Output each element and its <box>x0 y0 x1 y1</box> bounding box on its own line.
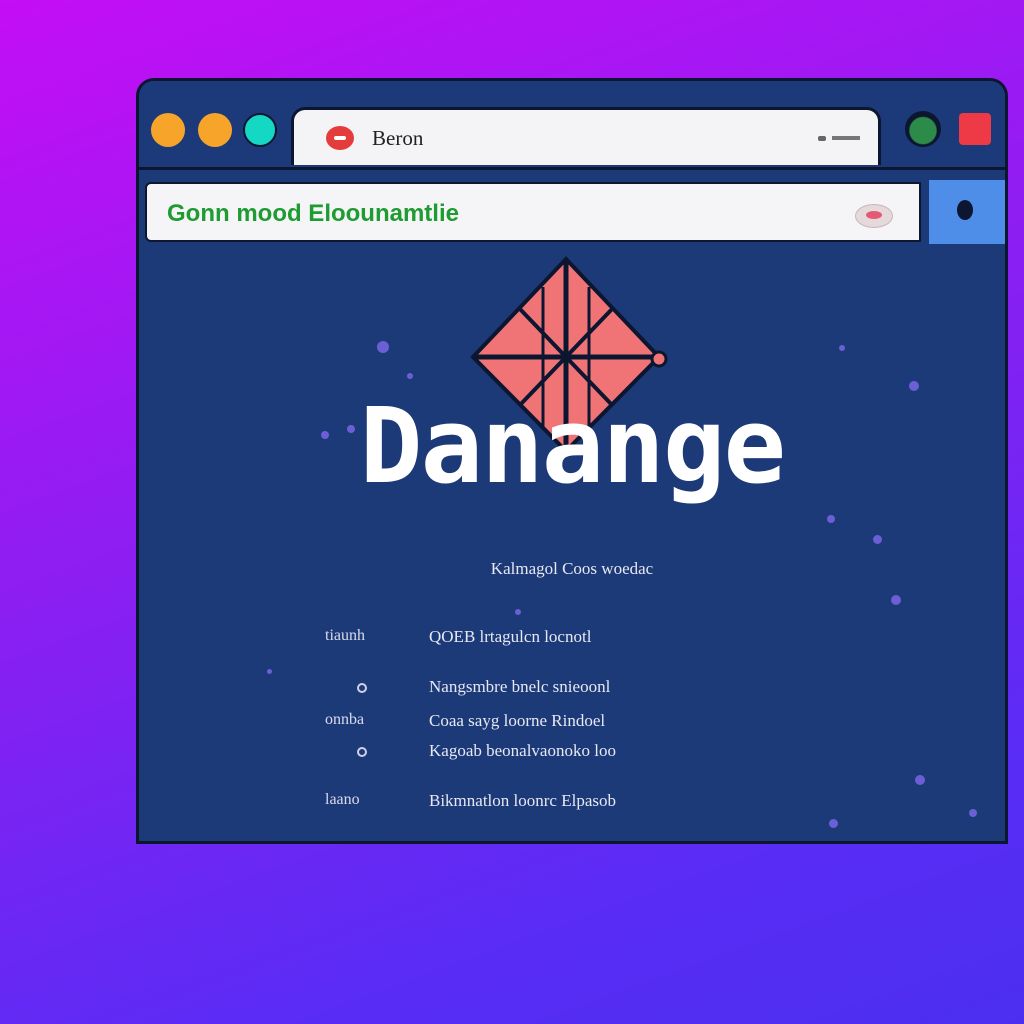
star-decoration <box>891 595 901 605</box>
tab-title: Beron <box>372 126 424 150</box>
star-decoration <box>915 775 925 785</box>
info-row: Kagoab beonalvaonoko loo <box>139 741 1005 763</box>
star-decoration <box>377 341 389 353</box>
address-text: Gonn mood Eloounamtlie <box>167 200 459 227</box>
bullet-icon <box>357 747 367 757</box>
row-value: Nangsmbre bnelc snieoonl <box>429 677 611 696</box>
star-decoration <box>839 345 845 351</box>
tab-favicon-icon <box>326 126 354 150</box>
page-subtitle: Kalmagol Coos woedac <box>490 559 654 578</box>
info-row: tiaunh QOEB lrtagulcn locnotl <box>139 627 1005 649</box>
extension-icon[interactable] <box>855 204 893 228</box>
window-maximize-dot[interactable] <box>243 113 277 147</box>
tab-close-icon[interactable] <box>818 136 860 141</box>
hero-title: Danange <box>359 385 786 507</box>
star-decoration <box>827 515 835 523</box>
window-minimize-dot[interactable] <box>198 113 232 147</box>
row-label: onnba <box>325 711 365 728</box>
title-bar: Beron <box>139 81 1005 167</box>
info-row: laano Bikmnatlon loonrc Elpasob <box>139 791 1005 813</box>
star-decoration <box>407 373 413 379</box>
window-close-dot[interactable] <box>151 113 185 147</box>
notification-icon[interactable] <box>959 113 991 145</box>
profile-icon[interactable] <box>905 111 941 147</box>
page-content: Danange Kalmagol Coos woedac tiaunh QOEB… <box>139 245 1005 841</box>
address-bar[interactable]: Gonn mood Eloounamtlie <box>145 182 921 242</box>
browser-window: Beron Gonn mood Eloounamtlie Danange Kal… <box>136 78 1008 844</box>
browser-tab[interactable]: Beron <box>291 107 881 165</box>
row-value: Kagoab beonalvaonoko loo <box>429 741 616 760</box>
row-label: laano <box>325 791 360 808</box>
info-row: Nangsmbre bnelc snieoonl <box>139 677 1005 699</box>
star-decoration <box>267 669 272 674</box>
star-decoration <box>873 535 882 544</box>
star-decoration <box>515 609 521 615</box>
row-value: QOEB lrtagulcn locnotl <box>429 627 592 646</box>
row-label: tiaunh <box>325 627 365 644</box>
star-decoration <box>829 819 838 828</box>
info-row: onnba Coaa sayg loorne Rindoel <box>139 711 1005 733</box>
row-value: Coaa sayg loorne Rindoel <box>429 711 606 730</box>
bullet-icon <box>357 683 367 693</box>
toolbar: Gonn mood Eloounamtlie <box>139 167 1005 248</box>
row-value: Bikmnatlon loonrc Elpasob <box>429 791 616 810</box>
menu-button[interactable] <box>929 180 1005 244</box>
